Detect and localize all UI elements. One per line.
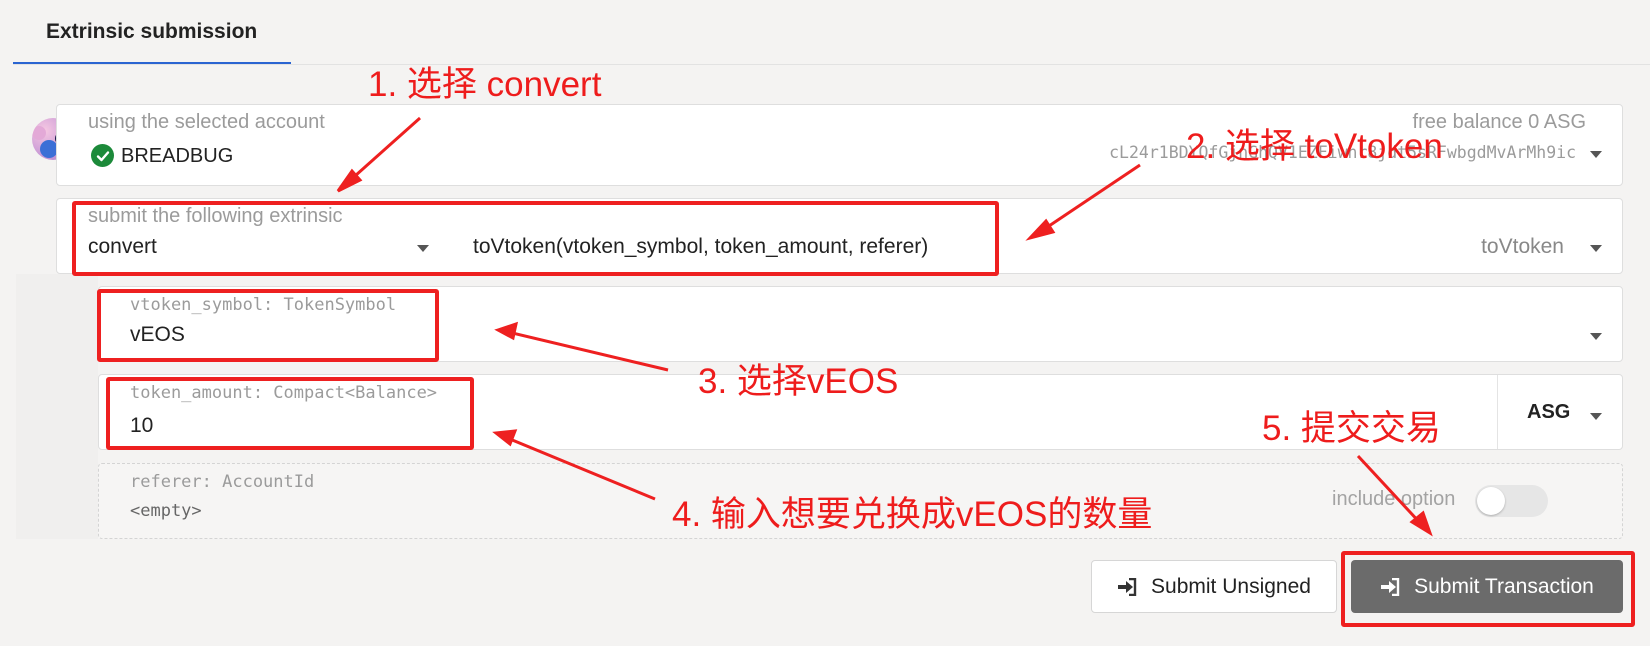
annotation-step-1: 1. 选择 convert [368, 65, 602, 104]
params-indent [16, 274, 98, 539]
account-name: BREADBUG [121, 145, 234, 167]
unit-select[interactable]: ASG [1527, 401, 1570, 424]
method-select[interactable]: toVtoken [1481, 235, 1564, 259]
tab-extrinsic-submission[interactable]: Extrinsic submission [46, 20, 257, 44]
referer-label: referer: AccountId [130, 472, 315, 492]
annotation-step-2: 2. 选择 toVtoken [1186, 127, 1443, 166]
toggle-knob [1477, 487, 1505, 515]
include-option-label: include option [1332, 488, 1456, 510]
chevron-down-icon[interactable] [1590, 413, 1602, 420]
referer-value: <empty> [130, 501, 202, 521]
account-selector-label: using the selected account [88, 111, 325, 133]
annotation-box-extrinsic [72, 201, 999, 276]
chevron-down-icon[interactable] [1590, 245, 1602, 252]
unit-divider [1497, 375, 1498, 449]
submit-unsigned-button[interactable]: Submit Unsigned [1091, 560, 1337, 613]
chevron-down-icon [1590, 151, 1602, 158]
include-option-toggle[interactable] [1475, 485, 1548, 517]
annotation-step-3: 3. 选择vEOS [698, 362, 899, 401]
annotation-step-4: 4. 输入想要兑换成vEOS的数量 [672, 495, 1153, 534]
annotation-step-5: 5. 提交交易 [1262, 409, 1441, 448]
annotation-box-submit [1341, 551, 1635, 627]
tab-bar-divider [13, 64, 1650, 65]
sign-in-icon [1118, 577, 1137, 596]
annotation-box-token-amount [106, 377, 474, 450]
chevron-down-icon [1590, 333, 1602, 340]
verified-check-icon [91, 144, 114, 167]
annotation-box-vtoken-symbol [97, 289, 439, 362]
submit-unsigned-label: Submit Unsigned [1151, 574, 1311, 598]
